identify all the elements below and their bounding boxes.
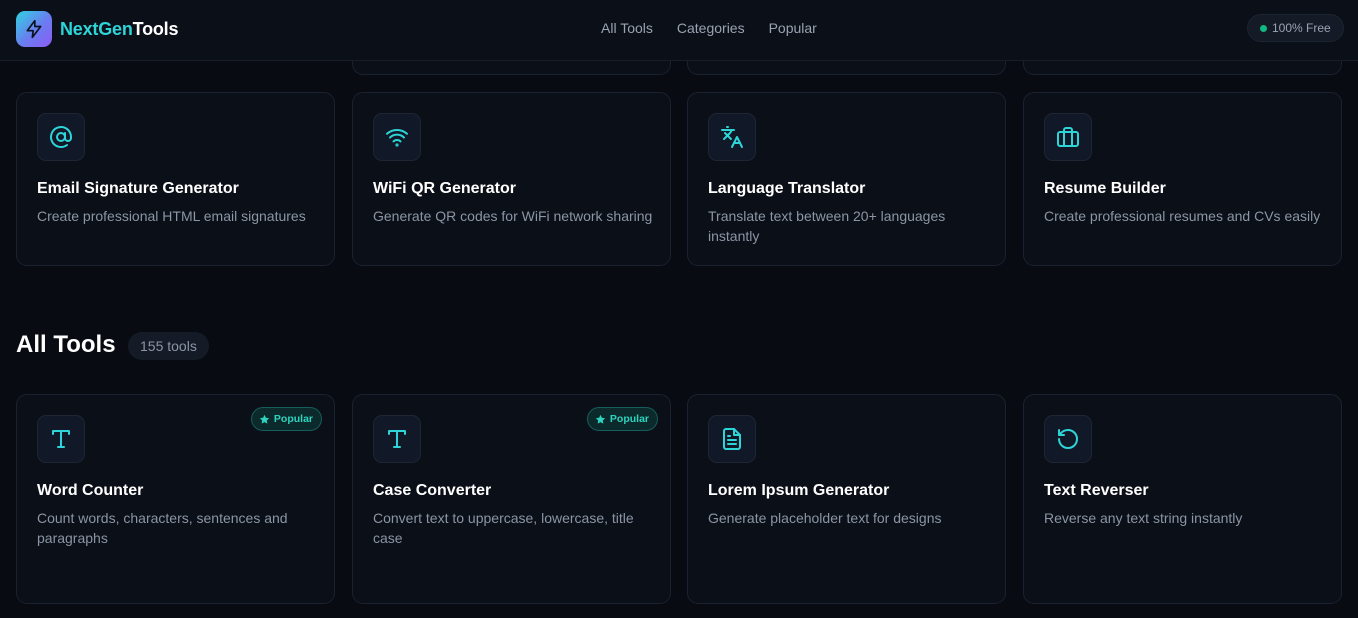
card-description: Translate text between 20+ languages ins… — [708, 208, 946, 244]
text-t-icon — [37, 415, 85, 463]
lightning-icon — [16, 11, 52, 47]
text-t-icon — [373, 415, 421, 463]
tool-card-lorem-ipsum[interactable]: Lorem Ipsum Generator Generate placehold… — [687, 394, 1006, 604]
star-icon — [259, 414, 269, 424]
tool-card-email-signature[interactable]: Email Signature Generator Create profess… — [16, 92, 335, 266]
rotate-ccw-icon — [1044, 415, 1092, 463]
card-title: Case Converter — [373, 482, 492, 499]
tool-card-wifi-qr[interactable]: WiFi QR Generator Generate QR codes for … — [352, 92, 671, 266]
card-description: Create professional resumes and CVs easi… — [1044, 208, 1321, 224]
brand-name-secondary: Tools — [132, 18, 179, 39]
tool-card-text-reverser[interactable]: Text Reverser Reverse any text string in… — [1023, 394, 1342, 604]
tool-card-word-counter[interactable]: Popular Word Counter Count words, charac… — [16, 394, 335, 604]
page: NextGenTools All Tools Categories Popula… — [0, 0, 1358, 618]
popular-badge-label: Popular — [273, 413, 313, 425]
brand-name-primary: NextGen — [60, 18, 133, 39]
card-title: Language Translator — [708, 180, 866, 197]
tool-card-case-converter[interactable]: Popular Case Converter Convert text to u… — [352, 394, 671, 604]
card-title: Resume Builder — [1044, 180, 1166, 197]
brand-name: NextGenTools — [60, 19, 178, 40]
nav-popular[interactable]: Popular — [769, 19, 817, 37]
card-description: Convert text to uppercase, lowercase, ti… — [373, 510, 634, 546]
free-badge: 100% Free — [1247, 14, 1344, 42]
main-nav: All Tools Categories Popular — [601, 19, 841, 37]
nav-all-tools[interactable]: All Tools — [601, 19, 653, 37]
section-title: All Tools — [16, 331, 116, 358]
card-description: Generate QR codes for WiFi network shari… — [373, 208, 653, 224]
brand[interactable]: NextGenTools — [16, 11, 178, 47]
tool-card-resume-builder[interactable]: Resume Builder Create professional resum… — [1023, 92, 1342, 266]
popular-badge-label: Popular — [609, 413, 649, 425]
popular-badge: Popular — [586, 407, 658, 431]
card-title: WiFi QR Generator — [373, 180, 516, 197]
at-sign-icon — [37, 113, 85, 161]
card-title: Email Signature Generator — [37, 180, 239, 197]
card-description: Count words, characters, sentences and p… — [37, 510, 288, 546]
top-header: NextGenTools All Tools Categories Popula… — [0, 0, 1358, 61]
translate-icon — [708, 113, 756, 161]
card-title: Word Counter — [37, 482, 144, 499]
card-description: Create professional HTML email signature… — [37, 208, 306, 224]
tool-card-language-translator[interactable]: Language Translator Translate text betwe… — [687, 92, 1006, 266]
popular-badge: Popular — [250, 407, 322, 431]
wifi-icon — [373, 113, 421, 161]
briefcase-icon — [1044, 113, 1092, 161]
card-title: Text Reverser — [1044, 482, 1149, 499]
card-description: Generate placeholder text for designs — [708, 510, 942, 526]
card-description: Reverse any text string instantly — [1044, 510, 1243, 526]
tool-count-badge: 155 tools — [128, 332, 209, 360]
star-icon — [595, 414, 605, 424]
document-icon — [708, 415, 756, 463]
status-dot-icon — [1260, 24, 1267, 32]
card-title: Lorem Ipsum Generator — [708, 482, 890, 499]
free-badge-label: 100% Free — [1272, 21, 1331, 35]
nav-categories[interactable]: Categories — [677, 19, 745, 37]
